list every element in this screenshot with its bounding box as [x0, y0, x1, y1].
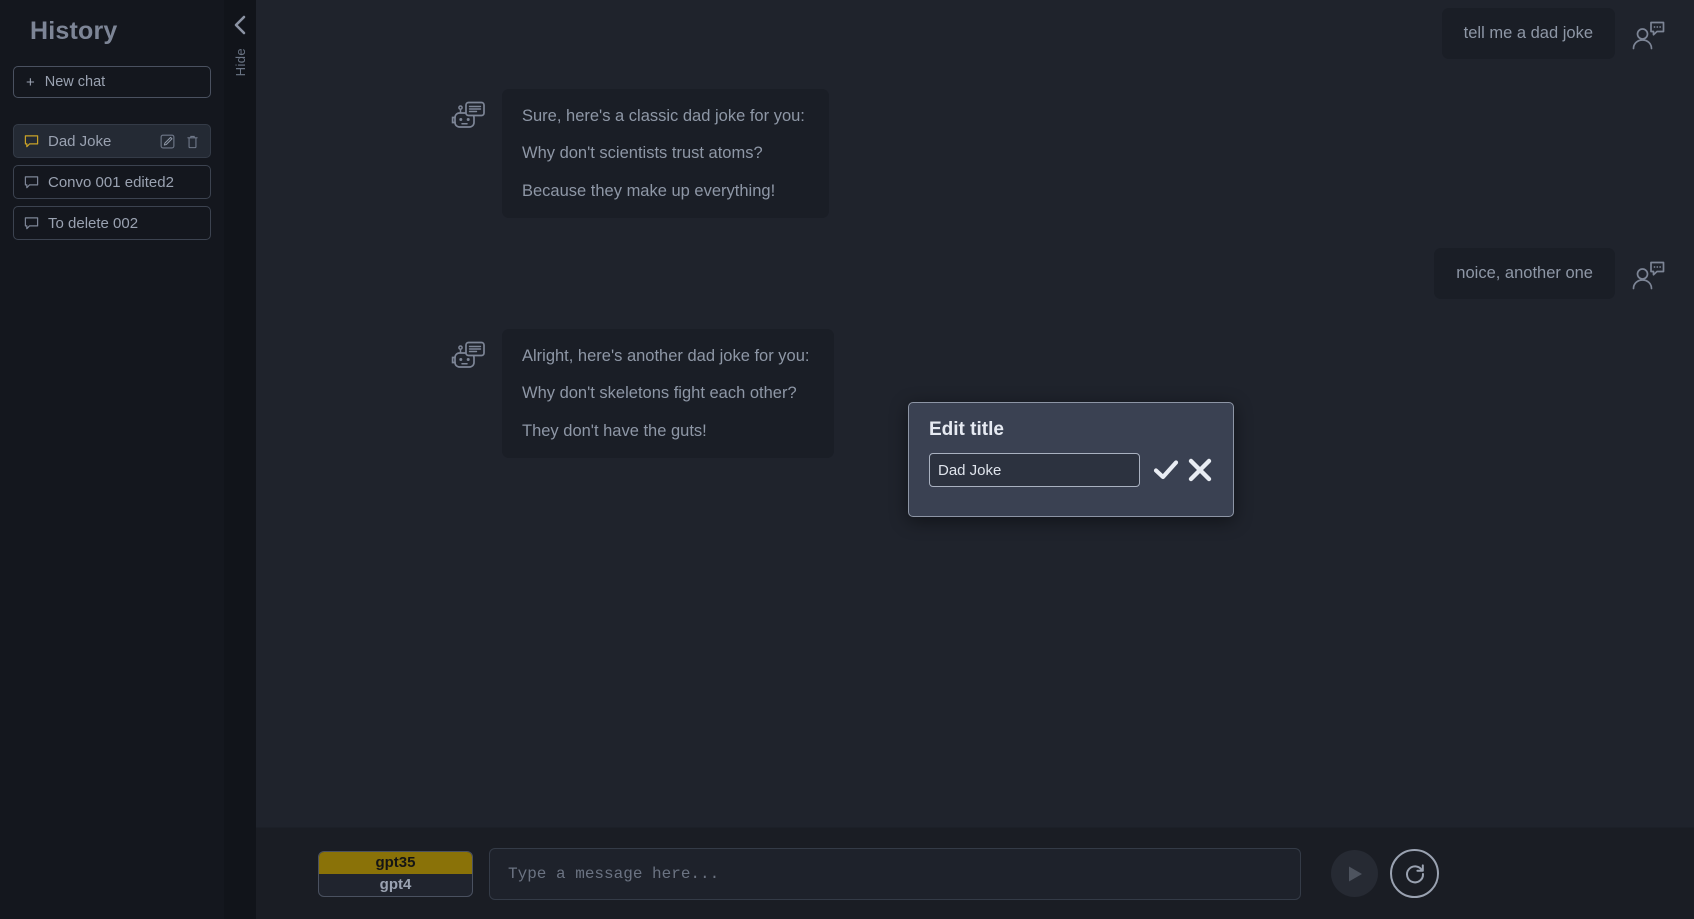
dialog-title: Edit title	[929, 419, 1004, 440]
history-sidebar: History + New chat Dad Joke Convo 001 ed…	[0, 0, 224, 919]
message-line: Why don't scientists trust atoms?	[522, 144, 763, 162]
model-option-gpt4[interactable]: gpt4	[319, 874, 472, 896]
message-line: tell me a dad joke	[1463, 24, 1593, 42]
app-root: History + New chat Dad Joke Convo 001 ed…	[0, 0, 1694, 919]
message-line: Because they make up everything!	[522, 181, 776, 200]
conversation-list: Dad Joke Convo 001 edited2 To delete 002	[0, 124, 224, 240]
edit-icon[interactable]	[160, 134, 175, 149]
send-button[interactable]	[1331, 850, 1378, 897]
message-line: They don't have the guts!	[522, 421, 707, 440]
sidebar-item-convo-001[interactable]: Convo 001 edited2	[13, 165, 211, 199]
user-chat-icon	[1632, 261, 1665, 290]
robot-chat-icon	[451, 341, 485, 368]
confirm-button[interactable]	[1152, 457, 1180, 483]
chat-bubble-icon	[24, 134, 39, 147]
message-line: noice, another one	[1456, 264, 1593, 282]
new-chat-label: New chat	[44, 74, 106, 90]
trash-icon[interactable]	[186, 134, 199, 149]
model-selector[interactable]: gpt35 gpt4	[318, 850, 473, 897]
message-input[interactable]	[508, 864, 1282, 883]
check-icon	[1153, 460, 1179, 480]
new-chat-button[interactable]: + New chat	[13, 66, 211, 98]
message-line: Why don't skeletons fight each other?	[522, 384, 797, 402]
x-icon	[1188, 458, 1212, 482]
dialog-row	[929, 453, 1213, 487]
composer-bar: gpt35 gpt4	[256, 827, 1694, 919]
collapse-label: Hide	[232, 48, 248, 77]
conversation-title: Dad Joke	[48, 132, 112, 150]
conversation-title: To delete 002	[48, 214, 139, 232]
message-bubble: noice, another one	[1434, 248, 1615, 299]
chevron-left-icon	[234, 15, 246, 35]
user-chat-icon	[1632, 21, 1665, 50]
play-icon	[1348, 866, 1362, 881]
cancel-button[interactable]	[1186, 457, 1214, 483]
refresh-icon	[1405, 863, 1424, 883]
conversation-actions	[160, 134, 199, 149]
chat-message-bot: Sure, here's a classic dad joke for you:…	[274, 88, 1676, 218]
model-option-gpt35[interactable]: gpt35	[319, 851, 472, 874]
robot-chat-icon	[451, 101, 485, 128]
sidebar-collapse-toggle[interactable]: Hide	[224, 0, 256, 919]
chat-main: tell me a dad joke Sure, here's a classi…	[256, 0, 1694, 919]
title-input[interactable]	[929, 453, 1140, 487]
sidebar-item-to-delete-002[interactable]: To delete 002	[13, 206, 211, 240]
sidebar-item-dad-joke[interactable]: Dad Joke	[13, 124, 211, 158]
message-bubble: Sure, here's a classic dad joke for you:…	[502, 88, 829, 218]
plus-icon: +	[26, 73, 35, 91]
chat-message-user: tell me a dad joke	[274, 8, 1676, 59]
chat-message-user: noice, another one	[274, 248, 1676, 299]
page-title: History	[30, 17, 118, 45]
message-line: Sure, here's a classic dad joke for you:	[522, 106, 805, 125]
refresh-button[interactable]	[1390, 849, 1439, 898]
message-line: Alright, here's another dad joke for you…	[522, 346, 810, 365]
conversation-title: Convo 001 edited2	[48, 173, 174, 191]
chat-bubble-icon	[24, 175, 39, 188]
message-input-wrapper[interactable]	[489, 847, 1301, 900]
edit-title-dialog: Edit title	[908, 402, 1234, 517]
message-bubble: Alright, here's another dad joke for you…	[502, 328, 834, 458]
message-bubble: tell me a dad joke	[1441, 8, 1615, 59]
chat-bubble-icon	[24, 216, 39, 229]
